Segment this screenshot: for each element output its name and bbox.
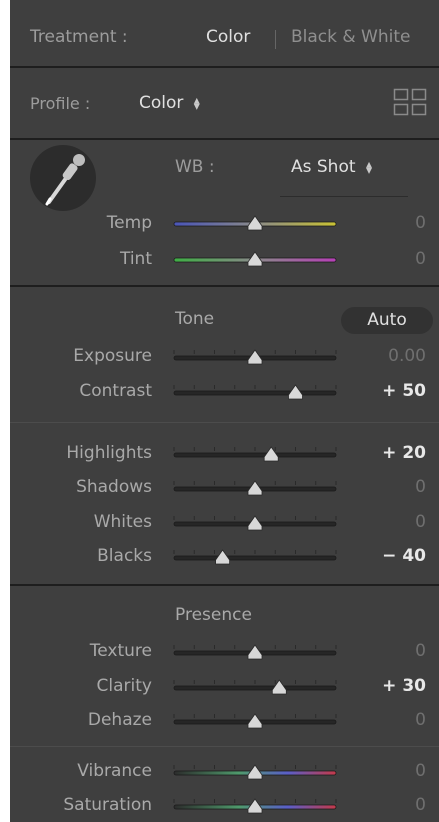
slider-thumb: [288, 384, 303, 400]
whites-label: Whites: [93, 512, 152, 532]
contrast-value[interactable]: + 50: [382, 381, 426, 401]
treatment-black-white-option[interactable]: Black & White: [291, 27, 411, 47]
exposure-label: Exposure: [73, 346, 152, 366]
slider-thumb: [271, 679, 287, 695]
tone-title: Tone: [175, 309, 215, 329]
slider-thumb: [247, 480, 263, 496]
slider-track: [173, 555, 337, 561]
exposure-slider[interactable]: [166, 346, 344, 366]
separator: [10, 746, 439, 747]
exposure-value[interactable]: 0.00: [388, 346, 426, 366]
slider-thumb: [247, 798, 263, 814]
slider-thumb: [247, 215, 263, 231]
highlights-slider[interactable]: [166, 443, 344, 463]
saturation-slider[interactable]: [166, 795, 344, 815]
auto-tone-button[interactable]: Auto: [341, 307, 433, 334]
vibrance-slider[interactable]: [166, 761, 344, 781]
shadows-label: Shadows: [76, 477, 152, 497]
wb-underline: [280, 196, 408, 197]
slider-thumb: [247, 644, 263, 660]
updown-arrows-icon: ▴ ▾: [365, 157, 372, 177]
slider-track: [173, 685, 337, 691]
treatment-color-option[interactable]: Color: [206, 27, 250, 47]
vibrance-label: Vibrance: [77, 761, 152, 781]
clarity-label: Clarity: [96, 676, 152, 696]
dehaze-slider[interactable]: [166, 710, 344, 730]
slider-thumb: [247, 349, 263, 365]
separator: [10, 138, 439, 140]
blacks-slider[interactable]: [166, 546, 344, 566]
whites-value[interactable]: 0: [415, 512, 426, 532]
presence-title: Presence: [175, 605, 252, 625]
dehaze-value[interactable]: 0: [415, 710, 426, 730]
dehaze-label: Dehaze: [87, 710, 152, 730]
texture-label: Texture: [89, 641, 152, 661]
contrast-slider[interactable]: [166, 381, 344, 401]
slider-thumb: [247, 251, 263, 267]
slider-thumb: [263, 446, 279, 462]
updown-arrows-icon: ▴ ▾: [193, 93, 200, 113]
wb-value: As Shot: [291, 157, 356, 177]
texture-slider[interactable]: [166, 641, 344, 661]
wb-label: WB :: [175, 157, 215, 177]
separator: [10, 584, 439, 586]
slider-thumb: [247, 713, 263, 729]
saturation-label: Saturation: [63, 795, 152, 815]
temp-slider[interactable]: [166, 212, 344, 232]
texture-value[interactable]: 0: [415, 641, 426, 661]
treatment-label: Treatment :: [30, 27, 128, 47]
vibrance-value[interactable]: 0: [415, 761, 426, 781]
slider-thumb: [247, 515, 263, 531]
shadows-value[interactable]: 0: [415, 477, 426, 497]
white-balance-eyedropper-icon[interactable]: [29, 144, 97, 212]
clarity-value[interactable]: + 30: [382, 676, 426, 696]
tint-slider[interactable]: [166, 248, 344, 268]
separator: [10, 66, 439, 68]
tint-value[interactable]: 0: [415, 249, 426, 269]
clarity-slider[interactable]: [166, 676, 344, 696]
separator: [10, 285, 439, 287]
saturation-value[interactable]: 0: [415, 795, 426, 815]
slider-thumb: [247, 764, 263, 780]
blacks-label: Blacks: [97, 546, 152, 566]
wb-dropdown[interactable]: As Shot ▴ ▾: [291, 157, 372, 177]
whites-slider[interactable]: [166, 512, 344, 532]
shadows-slider[interactable]: [166, 477, 344, 497]
highlights-label: Highlights: [66, 443, 152, 463]
profile-dropdown[interactable]: Color ▴ ▾: [139, 93, 200, 113]
profile-value: Color: [139, 93, 184, 113]
tint-label: Tint: [119, 249, 152, 269]
slider-track: [173, 390, 337, 396]
basic-panel: Treatment : Color Black & White Profile …: [10, 0, 439, 822]
contrast-label: Contrast: [79, 381, 152, 401]
profile-browser-grid-icon[interactable]: [393, 88, 427, 116]
separator: [10, 422, 439, 423]
temp-label: Temp: [106, 213, 152, 233]
highlights-value[interactable]: + 20: [382, 443, 426, 463]
blacks-value[interactable]: − 40: [382, 546, 426, 566]
slider-track: [173, 452, 337, 458]
profile-label: Profile :: [30, 94, 91, 113]
treatment-divider: [275, 30, 276, 49]
temp-value[interactable]: 0: [415, 213, 426, 233]
slider-thumb: [215, 549, 230, 565]
